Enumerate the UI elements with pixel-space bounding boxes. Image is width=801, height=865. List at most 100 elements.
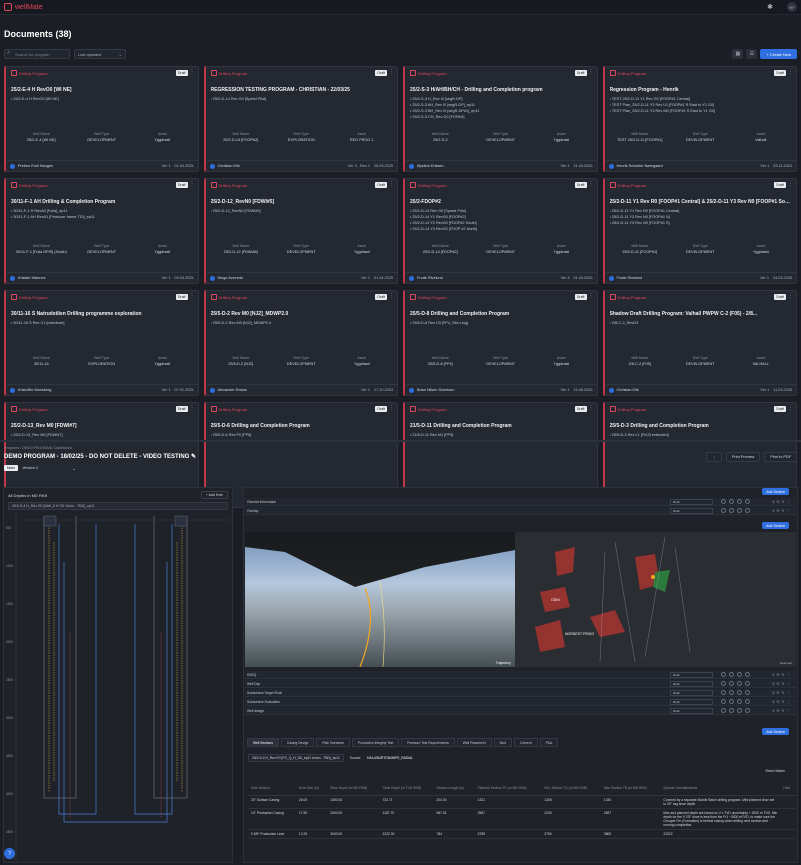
table-row[interactable]: 9 5/8" Production Liner 12.25 3000.00 2222.… xyxy=(248,829,796,839)
reviewer-avatar-icon[interactable] xyxy=(729,508,734,513)
row-action-icon[interactable]: ⋮ xyxy=(787,691,791,695)
row-action-icon[interactable]: ✎ xyxy=(782,709,785,713)
more-icon[interactable]: ⋮ xyxy=(190,181,195,187)
tab-well-placement[interactable]: Well Placement xyxy=(456,738,492,747)
more-icon[interactable]: ⋮ xyxy=(706,452,722,462)
more-icon[interactable]: ⋮ xyxy=(589,405,594,411)
row-action-icon[interactable]: ⎘ xyxy=(777,691,780,695)
document-card[interactable]: Drilling Program Draft ⋮ 25/2-D-11 Y1 Rev R… xyxy=(602,178,797,284)
row-action-icon[interactable]: ⎘ xyxy=(777,700,780,704)
row-action-icon[interactable]: ⋮ xyxy=(787,682,791,686)
row-action-icon[interactable]: ⋮ xyxy=(787,709,791,713)
reviewer-avatar-icon[interactable] xyxy=(745,690,750,695)
reviewer-avatar-icon[interactable] xyxy=(729,672,734,677)
reviewer-avatar-icon[interactable] xyxy=(745,672,750,677)
more-icon[interactable]: ⋮ xyxy=(389,181,394,187)
more-icon[interactable]: ⋮ xyxy=(589,293,594,299)
wellbore-select[interactable]: 25/2-S-4 H_Rev E0 [Well_8 H SD Victor - … xyxy=(8,502,228,510)
edit-icon[interactable]: ✎ xyxy=(191,454,196,460)
reviewer-avatar-icon[interactable] xyxy=(721,508,726,513)
trajectory-3d-view[interactable]: Trajectory xyxy=(245,532,515,667)
document-card[interactable]: Drilling ProgramDraft⋮ 25/2-FDOP#2 25/2-D-… xyxy=(403,178,598,284)
document-card[interactable]: Drilling Program Draft ⋮ Shadow Draft Drill… xyxy=(602,290,797,396)
more-icon[interactable]: ⋮ xyxy=(389,69,394,75)
row-action-icon[interactable]: ⋮ xyxy=(787,500,791,504)
row-action-icon[interactable]: ⚲ xyxy=(772,500,775,504)
help-button[interactable]: ? xyxy=(4,848,15,859)
more-icon[interactable]: ⋮ xyxy=(589,181,594,187)
tab-production-integrity-test[interactable]: Production Integrity Test xyxy=(351,738,400,747)
grid-view-icon[interactable]: ▦ xyxy=(732,49,744,59)
reviewer-avatar-icon[interactable] xyxy=(737,699,742,704)
tab-risk-tolerance[interactable]: Risk Tolerance xyxy=(316,738,350,747)
document-card[interactable]: Drilling Program Draft ⋮ 25/5-D-2 Rev M0 [N… xyxy=(203,290,398,396)
section-row[interactable]: Overlay Draft ⚲ ⎘ ✎ ⋮ xyxy=(245,507,796,515)
row-action-icon[interactable]: ⚲ xyxy=(772,709,775,713)
reviewer-avatar-icon[interactable] xyxy=(729,708,734,713)
reviewer-avatar-icon[interactable] xyxy=(737,708,742,713)
reviewer-avatar-icon[interactable] xyxy=(721,681,726,686)
table-row[interactable]: 20" Surface Casing 26.00 1300.00 732.71 204.… xyxy=(248,795,796,809)
document-card[interactable]: Drilling Program Draft ⋮ 30/11-F-1 AH Drill… xyxy=(4,178,199,284)
add-section-button-2[interactable]: Add Section xyxy=(762,522,789,529)
more-icon[interactable]: ⋮ xyxy=(389,293,394,299)
reviewer-avatar-icon[interactable] xyxy=(745,681,750,686)
more-icon[interactable]: ⋮ xyxy=(190,405,195,411)
status-select[interactable]: Draft xyxy=(670,671,713,678)
row-action-icon[interactable]: ⚲ xyxy=(772,673,775,677)
more-icon[interactable]: ⋮ xyxy=(788,293,793,299)
document-card[interactable]: Drilling Program Draft ⋮ REGRESSION TESTING… xyxy=(203,66,398,172)
row-action-icon[interactable]: ⋮ xyxy=(787,509,791,513)
status-select[interactable]: Draft xyxy=(670,689,713,696)
row-action-icon[interactable]: ✎ xyxy=(782,700,785,704)
document-card[interactable]: Drilling Program Draft ⋮ 25/5-D-8 Drilling … xyxy=(403,290,598,396)
row-action-icon[interactable]: ✎ xyxy=(782,673,785,677)
search-input[interactable]: Search for program xyxy=(4,49,70,59)
tab-cement[interactable]: Cement xyxy=(514,738,538,747)
status-select[interactable]: Draft xyxy=(670,507,713,514)
hide-toggle[interactable] xyxy=(780,808,796,830)
section-row[interactable]: General Information Draft ⚲ ⎘ ✎ ⋮ xyxy=(245,498,796,506)
row-action-icon[interactable]: ⚲ xyxy=(772,509,775,513)
reviewer-avatar-icon[interactable] xyxy=(737,681,742,686)
reviewer-avatar-icon[interactable] xyxy=(729,681,734,686)
status-select[interactable]: Draft xyxy=(670,498,713,505)
wellbore-table-select[interactable]: 25/2-S-4 H_Rev E0 [FG_Q_H_SD_ep11 Union … xyxy=(248,754,344,762)
status-select[interactable]: Draft xyxy=(670,680,713,687)
version-select[interactable]: Version 2 xyxy=(22,466,38,470)
reviewer-avatar-icon[interactable] xyxy=(737,690,742,695)
breadcrumb[interactable]: Programs / DEMO PROGRAM / Dashboard xyxy=(4,446,72,450)
row-action-icon[interactable]: ✎ xyxy=(782,509,785,513)
add-section-button[interactable]: Add Section xyxy=(762,488,789,495)
tab-p-a[interactable]: P&A xyxy=(539,738,559,747)
main-chip[interactable]: Main xyxy=(4,465,19,471)
field-map[interactable]: ODIN NORDEST FRIGG Heatmap xyxy=(515,532,796,667)
section-row[interactable]: Well Dsp Draft ⚲ ⎘ ✎ ⋮ xyxy=(245,680,796,688)
row-action-icon[interactable]: ⚲ xyxy=(772,691,775,695)
sort-select[interactable]: Last updated ⌄ xyxy=(74,49,126,59)
app-logo[interactable]: wellMate xyxy=(4,3,43,11)
row-action-icon[interactable]: ⎘ xyxy=(777,509,780,513)
add-hole-button[interactable]: + Add Hole xyxy=(200,491,228,499)
row-action-icon[interactable]: ⋮ xyxy=(787,673,791,677)
reviewer-avatar-icon[interactable] xyxy=(745,699,750,704)
print-pdf-button[interactable]: Print to PDF xyxy=(764,452,797,462)
reviewer-avatar-icon[interactable] xyxy=(745,708,750,713)
section-row[interactable]: Subsurface Target Rock Draft ⚲ ⎘ ✎ ⋮ xyxy=(245,689,796,697)
document-card[interactable]: Drilling Program Draft ⋮ 25/2-E-4 H RevO0 [… xyxy=(4,66,199,172)
reviewer-avatar-icon[interactable] xyxy=(729,499,734,504)
row-action-icon[interactable]: ⎘ xyxy=(777,709,780,713)
reviewer-avatar-icon[interactable] xyxy=(737,499,742,504)
reviewer-avatar-icon[interactable] xyxy=(737,508,742,513)
list-view-icon[interactable]: ☰ xyxy=(746,49,758,59)
print-preview-button[interactable]: Print Preview xyxy=(725,452,761,462)
settings-icon[interactable]: ✱ xyxy=(767,3,773,11)
section-row[interactable]: HSEQ Draft ⚲ ⎘ ✎ ⋮ xyxy=(245,671,796,679)
more-icon[interactable]: ⋮ xyxy=(190,293,195,299)
reviewer-avatar-icon[interactable] xyxy=(729,690,734,695)
create-new-button[interactable]: + Create New xyxy=(760,49,797,59)
reviewer-avatar-icon[interactable] xyxy=(729,699,734,704)
reviewer-avatar-icon[interactable] xyxy=(721,690,726,695)
reviewer-avatar-icon[interactable] xyxy=(745,499,750,504)
document-card[interactable]: Drilling Program Draft ⋮ Regression Program… xyxy=(602,66,797,172)
